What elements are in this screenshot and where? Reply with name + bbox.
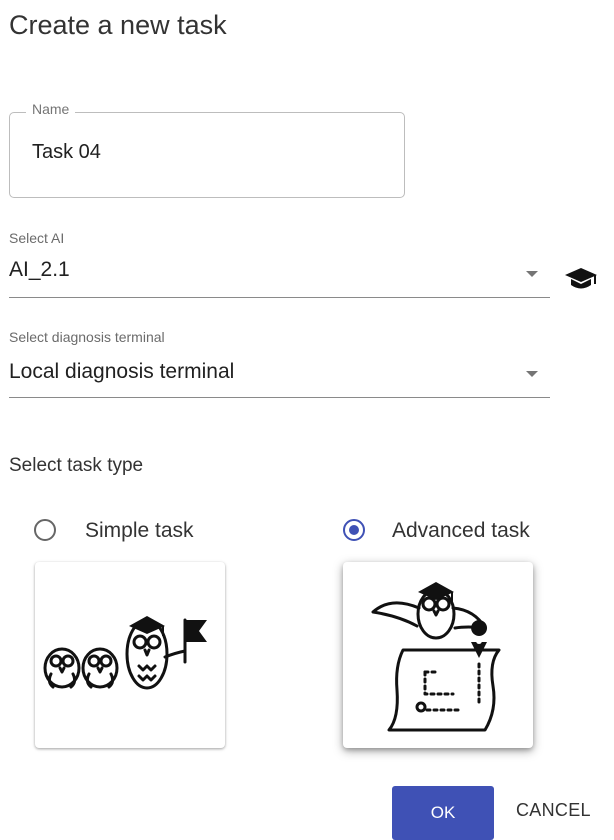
select-ai-underline [9, 297, 550, 298]
name-field-label: Name [26, 101, 76, 117]
simple-task-radio[interactable] [34, 519, 56, 541]
select-terminal-label: Select diagnosis terminal [9, 329, 165, 345]
dialog-title: Create a new task [9, 10, 227, 40]
owl-map-illustration [371, 582, 501, 732]
name-input-value[interactable]: Task 04 [32, 141, 101, 164]
ok-button[interactable]: OK [392, 786, 494, 840]
cancel-button[interactable]: CANCEL [516, 800, 591, 821]
simple-task-card[interactable] [35, 562, 225, 748]
graduation-cap-icon[interactable] [564, 265, 598, 293]
select-ai-label: Select AI [9, 230, 65, 246]
select-ai-value[interactable]: AI_2.1 [9, 258, 70, 282]
chevron-down-icon[interactable] [526, 371, 538, 377]
advanced-task-radio[interactable] [343, 519, 365, 541]
select-terminal-value[interactable]: Local diagnosis terminal [9, 360, 234, 384]
simple-task-label[interactable]: Simple task [85, 519, 194, 543]
select-terminal-underline [9, 397, 550, 398]
owl-group-illustration [43, 616, 207, 690]
chevron-down-icon[interactable] [526, 271, 538, 277]
advanced-task-card[interactable] [343, 562, 533, 748]
task-type-label: Select task type [9, 455, 144, 476]
advanced-task-label[interactable]: Advanced task [392, 519, 530, 543]
